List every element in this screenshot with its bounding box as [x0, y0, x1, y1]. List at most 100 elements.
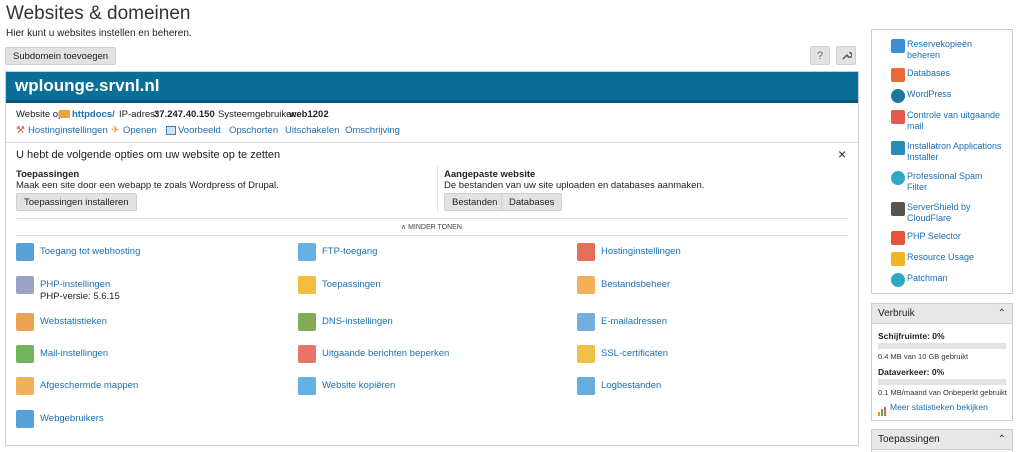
add-subdomain-button[interactable]: Subdomein toevoegen: [5, 47, 117, 65]
hosting-settings-icon: ⚒: [16, 125, 25, 136]
backup-icon: [891, 39, 905, 53]
wordpress-icon: [891, 89, 905, 103]
feature-link[interactable]: E-mailadressen: [601, 316, 667, 327]
page-title: Websites & domeinen: [6, 3, 191, 24]
sysuser-value: web1202: [289, 109, 329, 120]
less-divider: [16, 218, 848, 219]
apps-card-title: Toepassingen: [878, 434, 940, 445]
action-hostinginstellingen[interactable]: Hostinginstellingen: [28, 125, 108, 136]
chevron-up-icon[interactable]: ⌃: [998, 304, 1006, 324]
custom-desc: De bestanden van uw site uploaden en dat…: [444, 180, 705, 191]
domain-banner: wplounge.srvnl.nl: [6, 72, 858, 103]
sidebar-item-label: Reservekopieën beheren: [907, 39, 973, 60]
website-on-label: Website op: [16, 109, 64, 120]
feature-link[interactable]: SSL-certificaten: [601, 348, 668, 359]
feature-link[interactable]: Mail-instellingen: [40, 348, 108, 359]
usage-card: Verbruik ⌃ Schijfruimte: 0% 0.4 MB van 1…: [871, 303, 1013, 421]
sidebar: Reservekopieën beheren Databases WordPress…: [871, 29, 1013, 294]
traffic-progress: [878, 379, 1006, 385]
usage-title: Verbruik: [878, 308, 915, 319]
sidebar-item-label: Databases: [907, 68, 951, 78]
apps-card-header[interactable]: Toepassingen ⌃: [872, 430, 1012, 450]
feature-link[interactable]: Toepassingen: [322, 279, 381, 290]
action-omschrijving[interactable]: Omschrijving: [345, 125, 400, 136]
sidebar-item-label: Resource Usage: [907, 252, 975, 262]
stats-icon: [16, 313, 34, 331]
action-uitschakelen[interactable]: Uitschakelen: [285, 125, 339, 136]
more-stats-link[interactable]: Meer statistieken bekijken: [890, 402, 988, 412]
php-selector-icon: [891, 231, 905, 245]
docroot-link[interactable]: httpdocs/: [72, 109, 115, 120]
feature-link[interactable]: Uitgaande berichten beperken: [322, 348, 449, 359]
setup-heading: U hebt de volgende opties om uw website …: [16, 149, 281, 161]
sidebar-item-label: Professional Spam Filter: [907, 171, 983, 192]
action-openen[interactable]: Openen: [123, 125, 157, 136]
domain-name[interactable]: wplounge.srvnl.nl: [15, 76, 160, 96]
install-apps-button[interactable]: Toepassingen installeren: [16, 193, 137, 211]
custom-title: Aangepaste website: [444, 169, 536, 180]
feature-link[interactable]: Logbestanden: [601, 380, 661, 391]
databases-button[interactable]: Databases: [501, 193, 563, 211]
help-button[interactable]: ?: [810, 46, 830, 65]
features-divider: [16, 235, 848, 236]
usage-card-header[interactable]: Verbruik ⌃: [872, 304, 1012, 324]
action-voorbeeld[interactable]: Voorbeeld: [178, 125, 221, 136]
sidebar-item-label: Installatron Applications Installer: [907, 141, 1002, 162]
hosting-icon: [577, 243, 595, 261]
apps-title: Toepassingen: [16, 169, 80, 180]
preview-icon: [166, 126, 176, 135]
page-subtitle: Hier kunt u websites instellen en behere…: [6, 28, 192, 39]
copy-icon: [298, 377, 316, 395]
disk-used: 0.4 MB van 10 GB gebruikt: [878, 352, 969, 361]
domain-panel: wplounge.srvnl.nl Website op httpdocs/ I…: [5, 71, 859, 446]
ip-value: 37.247.40.150: [154, 109, 215, 120]
files-button[interactable]: Bestanden: [444, 193, 506, 211]
action-opschorten[interactable]: Opschorten: [229, 125, 278, 136]
feature-link[interactable]: DNS-instellingen: [322, 316, 393, 327]
mail-control-icon: [891, 110, 905, 124]
sidebar-item-label: ServerShield by CloudFlare: [907, 202, 971, 223]
ftp-icon: [298, 243, 316, 261]
feature-link[interactable]: Webgebruikers: [40, 413, 104, 424]
disk-progress: [878, 343, 1006, 349]
outgoing-mail-icon: [298, 345, 316, 363]
database-icon: [891, 68, 905, 82]
dns-icon: [298, 313, 316, 331]
resource-usage-icon: [891, 252, 905, 266]
spam-filter-icon: [891, 171, 905, 185]
traffic-used: 0.1 MB/maand van Onbeperkt gebruikt: [878, 388, 1007, 397]
wrench-icon: [841, 52, 853, 60]
feature-link[interactable]: Website kopiëren: [322, 380, 395, 391]
sysuser-label: Systeemgebruiker:: [218, 109, 298, 120]
ip-label: IP-adres:: [119, 109, 158, 120]
divider: [6, 142, 858, 143]
close-icon[interactable]: ×: [838, 146, 846, 162]
disk-label: Schijfruimte: 0%: [878, 331, 945, 341]
php-version: PHP-versie: 5.6.15: [40, 291, 120, 302]
log-icon: [577, 377, 595, 395]
feature-link[interactable]: Bestandsbeheer: [601, 279, 670, 290]
sidebar-item-label: Controle van uitgaande mail: [907, 110, 1001, 131]
stats-icon: [878, 403, 888, 416]
patchman-icon: [891, 273, 905, 287]
folder-icon: [577, 276, 595, 294]
feature-link[interactable]: Hostinginstellingen: [601, 246, 681, 257]
feature-link[interactable]: Webstatistieken: [40, 316, 107, 327]
mail-settings-icon: [16, 345, 34, 363]
feature-link[interactable]: FTP-toegang: [322, 246, 377, 257]
open-icon: ✈: [111, 125, 120, 136]
feature-link[interactable]: Toegang tot webhosting: [40, 246, 140, 257]
protected-folder-icon: [16, 377, 34, 395]
installatron-icon: [891, 141, 905, 155]
feature-link[interactable]: Afgeschermde mappen: [40, 380, 138, 391]
chevron-up-icon[interactable]: ⌃: [998, 430, 1006, 450]
show-less-toggle[interactable]: ∧ MINDER TONEN: [401, 223, 462, 231]
php-icon: [16, 276, 34, 294]
tools-button[interactable]: [836, 46, 856, 65]
page: Websites & domeinen Hier kunt u websites…: [0, 0, 1024, 452]
apps-card: Toepassingen ⌃: [871, 429, 1013, 452]
cloudflare-icon: [891, 202, 905, 216]
apps-desc: Maak een site door een webapp te zoals W…: [16, 180, 279, 191]
feature-link[interactable]: PHP-instellingen: [40, 279, 110, 290]
web-users-icon: [16, 410, 34, 428]
